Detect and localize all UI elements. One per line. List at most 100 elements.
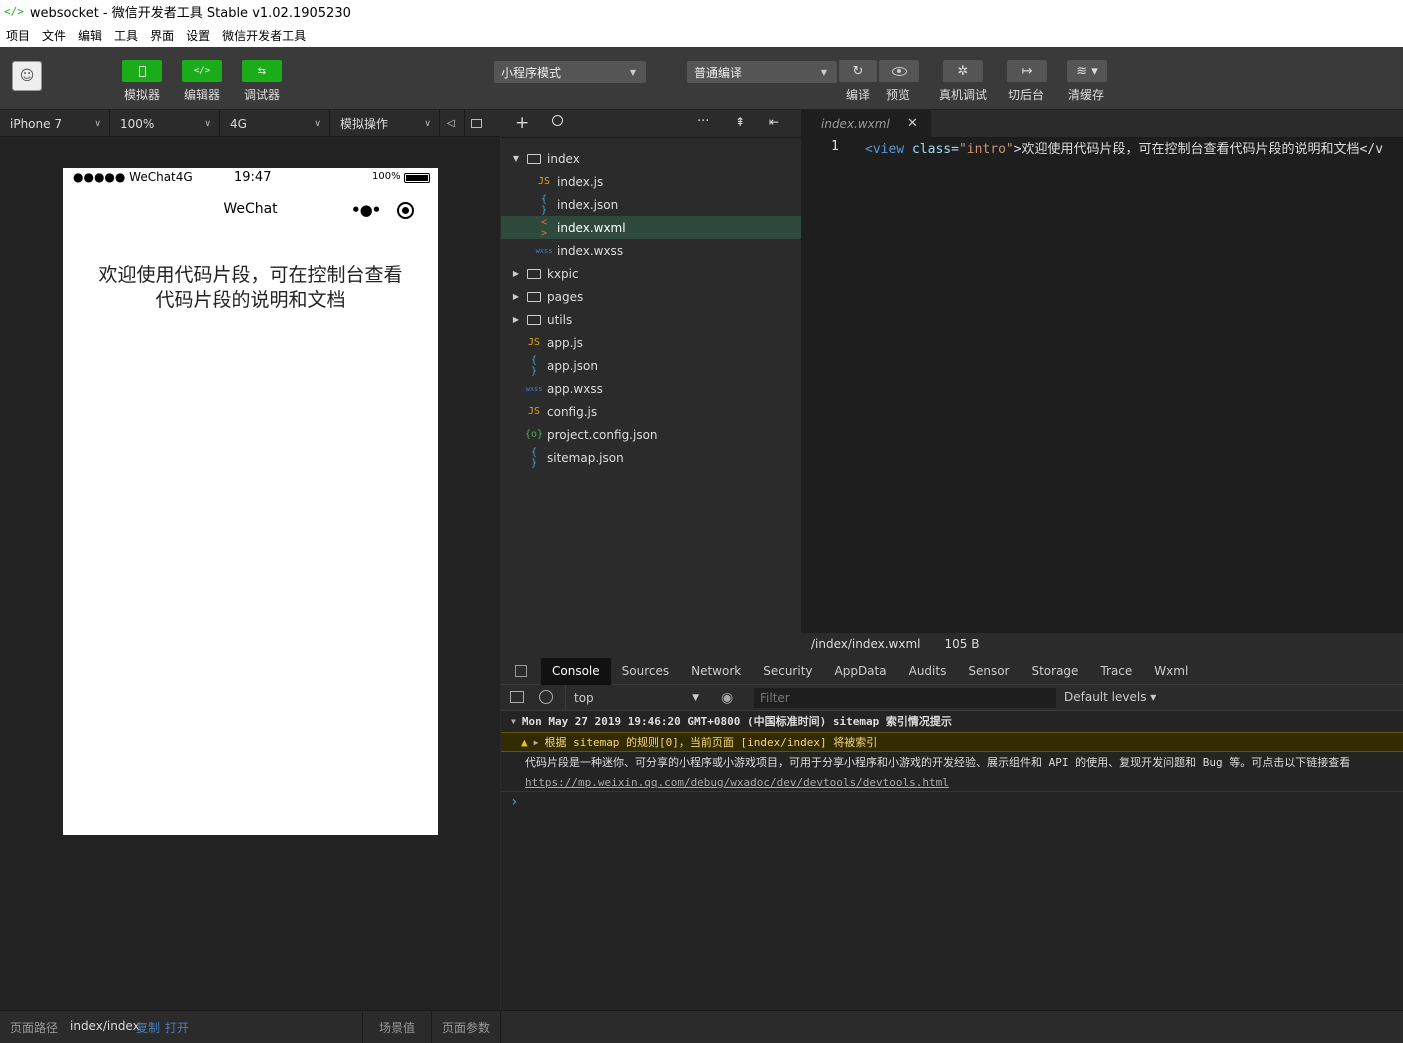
- menu-item-tools[interactable]: 工具: [108, 27, 144, 44]
- network-select[interactable]: 4G ∨: [220, 110, 330, 137]
- tab-trace[interactable]: Trace: [1089, 658, 1143, 685]
- menu-item-file[interactable]: 文件: [36, 27, 72, 44]
- sliders-icon: ⇆: [257, 65, 267, 77]
- remote-debug-label: 真机调试: [938, 88, 987, 102]
- compile-button[interactable]: ↻: [839, 60, 877, 82]
- tab-wxml[interactable]: Wxml: [1143, 658, 1199, 685]
- params-label[interactable]: 页面参数: [442, 1019, 490, 1036]
- tab-sensor[interactable]: Sensor: [957, 658, 1020, 685]
- folder-icon: [527, 268, 541, 279]
- chevron-right-icon[interactable]: ▶: [511, 269, 521, 278]
- warning-text: 根据 sitemap 的规则[0]，当前页面 [index/index] 将被索…: [544, 736, 878, 749]
- tab-audits[interactable]: Audits: [898, 658, 958, 685]
- chevron-right-icon[interactable]: ▶: [511, 292, 521, 301]
- file-tree-item[interactable]: wxss app.wxss: [501, 377, 801, 400]
- speaker-icon: ◁: [447, 118, 455, 129]
- file-tree-item[interactable]: { } sitemap.json: [501, 446, 801, 469]
- divider: [500, 1011, 501, 1043]
- device-select[interactable]: iPhone 7 ∨: [0, 110, 110, 137]
- copy-link[interactable]: 复制: [136, 1019, 160, 1036]
- capsule-close-icon[interactable]: [397, 202, 414, 219]
- console-group[interactable]: ▼ Mon May 27 2019 19:46:20 GMT+0800 (中国标…: [501, 711, 1403, 731]
- scene-label[interactable]: 场景值: [379, 1019, 415, 1036]
- clear-cache-label: 清缓存: [1067, 88, 1104, 102]
- tab-storage[interactable]: Storage: [1020, 658, 1089, 685]
- preview-button[interactable]: [879, 60, 919, 82]
- file-tree-item[interactable]: ▶ utils: [501, 308, 801, 331]
- mode-select[interactable]: 小程序模式 ▼: [494, 61, 646, 83]
- tab-label: index.wxml: [821, 117, 890, 131]
- console-warning[interactable]: ▲ ▶ 根据 sitemap 的规则[0]，当前页面 [index/index]…: [501, 732, 1403, 752]
- editor-button[interactable]: </>: [182, 60, 222, 82]
- file-tree-item[interactable]: ▶ kxpic: [501, 262, 801, 285]
- file-tree-item[interactable]: { } app.json: [501, 354, 801, 377]
- menu-item-edit[interactable]: 编辑: [72, 27, 108, 44]
- volume-button[interactable]: ◁: [440, 110, 465, 137]
- tab-network[interactable]: Network: [680, 658, 752, 685]
- json-file-icon: { }: [540, 193, 548, 216]
- tab-sources[interactable]: Sources: [611, 658, 680, 685]
- menu-item-devtools[interactable]: 微信开发者工具: [216, 27, 312, 44]
- network-value: 4G: [230, 116, 247, 131]
- menu-item-settings[interactable]: 设置: [180, 27, 216, 44]
- simulator-label: 模拟器: [123, 88, 160, 102]
- simulator-button[interactable]: [122, 60, 162, 82]
- file-tree-item[interactable]: JS index.js: [501, 170, 801, 193]
- battery-icon: [404, 173, 430, 183]
- inspect-icon[interactable]: [501, 665, 541, 677]
- code-tag: <view: [865, 142, 905, 157]
- more-icon[interactable]: ···: [697, 114, 709, 129]
- file-tree-label: config.js: [547, 404, 598, 419]
- eye-icon[interactable]: ◉: [721, 690, 733, 706]
- editor-tab-bar: index.wxml ✕: [801, 110, 1403, 138]
- wxss-file-icon: wxss: [535, 246, 553, 255]
- phone-screen[interactable]: ●●●●● WeChat4G 19:47 100% WeChat •●• 欢迎使…: [63, 168, 438, 835]
- clear-cache-button[interactable]: ≋ ▾: [1067, 60, 1107, 82]
- file-tree-item[interactable]: ▼ index: [501, 147, 801, 170]
- code-line[interactable]: <view class="intro">欢迎使用代码片段，可在控制台查看代码片段…: [865, 138, 1403, 157]
- window-button[interactable]: [465, 110, 490, 137]
- nav-title: WeChat: [223, 201, 278, 217]
- code-editor[interactable]: 1 <view class="intro">欢迎使用代码片段，可在控制台查看代码…: [801, 138, 1403, 633]
- file-tree-item[interactable]: JS config.js: [501, 400, 801, 423]
- levels-select[interactable]: Default levels ▾: [1064, 690, 1156, 704]
- json-file-icon: { }: [530, 446, 538, 469]
- file-tree-item[interactable]: JS app.js: [501, 331, 801, 354]
- compile-select[interactable]: 普通编译 ▼: [687, 61, 837, 83]
- add-icon[interactable]: +: [515, 113, 529, 133]
- tab-appdata[interactable]: AppData: [824, 658, 898, 685]
- dock-icon[interactable]: ⇤: [769, 115, 779, 129]
- debugger-button[interactable]: ⇆: [242, 60, 282, 82]
- close-icon[interactable]: ✕: [907, 116, 918, 131]
- file-tree-item[interactable]: < > index.wxml: [501, 216, 801, 239]
- search-icon[interactable]: [552, 115, 563, 126]
- background-button[interactable]: ↦: [1007, 60, 1047, 82]
- chevron-right-icon[interactable]: ▶: [511, 315, 521, 324]
- file-tree-item[interactable]: { } index.json: [501, 193, 801, 216]
- menu-item-view[interactable]: 界面: [144, 27, 180, 44]
- folder-icon: [527, 153, 541, 164]
- file-tree-item[interactable]: wxss index.wxss: [501, 239, 801, 262]
- avatar[interactable]: ☺: [12, 61, 42, 91]
- tab-index-wxml[interactable]: index.wxml ✕: [801, 110, 931, 138]
- collapse-icon[interactable]: ⇞: [735, 115, 745, 129]
- context-select[interactable]: top ▼: [565, 685, 705, 710]
- zoom-select[interactable]: 100% ∨: [110, 110, 220, 137]
- clear-console-icon[interactable]: [539, 690, 553, 704]
- bottom-status-bar: 页面路径 index/index 复制 打开 场景值 页面参数: [0, 1010, 1403, 1043]
- console-prompt[interactable]: ›: [501, 791, 1403, 811]
- tab-console[interactable]: Console: [541, 657, 611, 685]
- more-icon[interactable]: •●•: [351, 201, 381, 219]
- filter-input[interactable]: Filter: [754, 688, 1056, 708]
- remote-debug-button[interactable]: ✲: [943, 60, 983, 82]
- file-tree-item[interactable]: {o} project.config.json: [501, 423, 801, 446]
- file-tree-item[interactable]: ▶ pages: [501, 285, 801, 308]
- tab-security[interactable]: Security: [752, 658, 823, 685]
- open-link[interactable]: 打开: [165, 1019, 189, 1036]
- sidebar-toggle-icon[interactable]: [510, 691, 524, 703]
- chevron-down-icon[interactable]: ▼: [511, 154, 521, 163]
- ops-select[interactable]: 模拟操作 ∨: [330, 110, 440, 137]
- menu-item-project[interactable]: 项目: [0, 27, 36, 44]
- console-link[interactable]: https://mp.weixin.qq.com/debug/wxadoc/de…: [501, 772, 1403, 792]
- zoom-value: 100%: [120, 116, 155, 131]
